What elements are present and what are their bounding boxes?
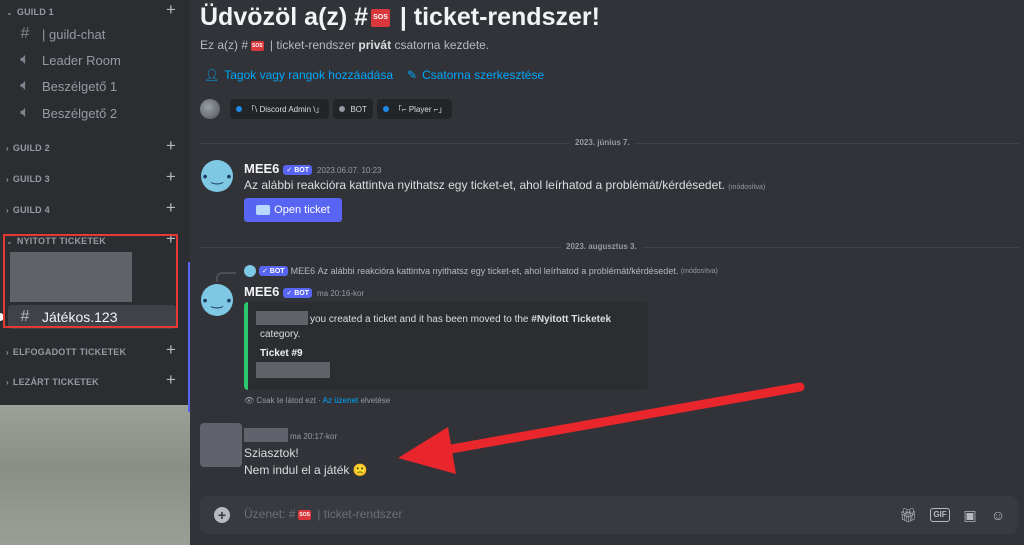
emoji-picker-icon[interactable]: ☺ [988, 505, 1008, 525]
sos-emoji-icon: SOS [298, 509, 311, 520]
annotation-arrow [398, 382, 805, 474]
message-input[interactable]: Üzenet: # SOS | ticket-rendszer [244, 507, 402, 521]
message-input-bar: + Üzenet: # SOS | ticket-rendszer 🎁︎ GIF … [200, 496, 1018, 534]
gift-icon[interactable]: 🎁︎ [898, 505, 918, 525]
gif-button[interactable]: GIF [930, 508, 950, 522]
sticker-icon[interactable]: ▣ [960, 505, 980, 525]
add-attachment-icon[interactable]: + [214, 507, 230, 523]
